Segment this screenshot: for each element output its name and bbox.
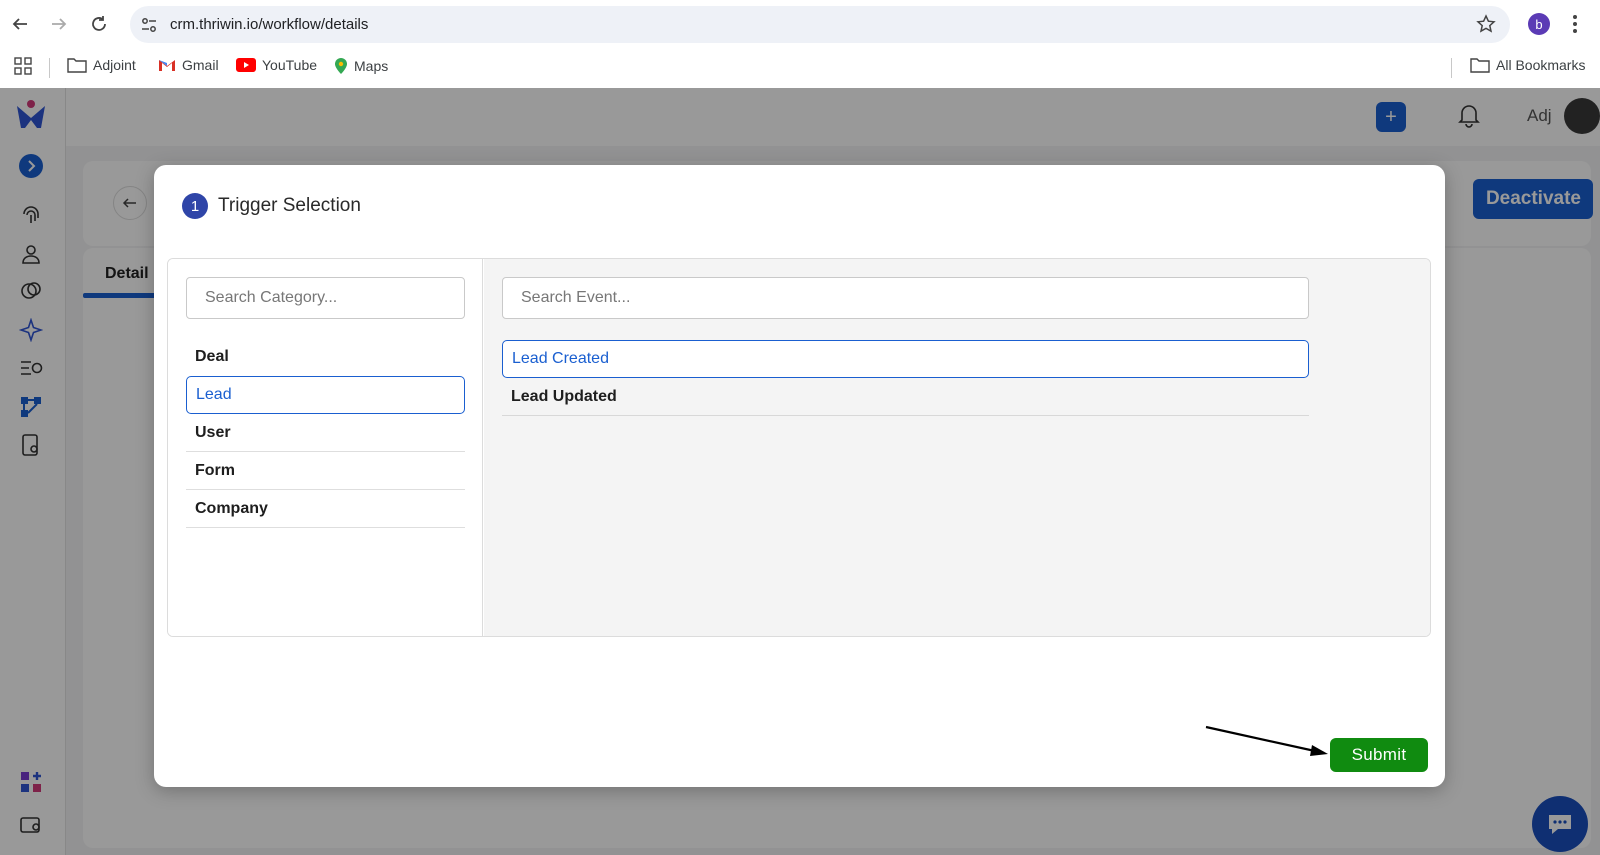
folder-icon (67, 58, 87, 73)
category-item-lead[interactable]: Lead (186, 376, 465, 414)
bookmark-divider (49, 58, 50, 78)
url-text: crm.thriwin.io/workflow/details (170, 16, 369, 33)
event-item-lead-created[interactable]: Lead Created (502, 340, 1309, 378)
maps-pin-icon (335, 58, 347, 74)
trigger-panel: Deal Lead User Form Company Lead Created… (167, 258, 1431, 637)
modal-title: Trigger Selection (218, 195, 361, 216)
site-info-icon[interactable] (140, 16, 158, 39)
trigger-selection-modal: 1 Trigger Selection Deal Lead User Form … (154, 165, 1445, 787)
all-bookmarks[interactable]: All Bookmarks (1470, 57, 1585, 73)
bookmark-youtube[interactable]: YouTube (236, 57, 317, 73)
bookmark-adjoint[interactable]: Adjoint (67, 57, 136, 73)
browser-toolbar: crm.thriwin.io/workflow/details b (0, 0, 1600, 48)
youtube-icon (236, 58, 256, 72)
event-column: Lead Created Lead Updated (484, 259, 1430, 636)
forward-arrow-icon[interactable] (47, 12, 71, 36)
category-item-company[interactable]: Company (186, 490, 465, 528)
event-item-lead-updated[interactable]: Lead Updated (502, 378, 1309, 416)
category-column: Deal Lead User Form Company (168, 259, 483, 636)
all-bookmarks-label: All Bookmarks (1496, 57, 1586, 73)
folder-icon (1470, 58, 1490, 73)
gmail-icon (159, 60, 175, 71)
browser-menu-icon[interactable] (1572, 14, 1578, 39)
bookmark-label: YouTube (262, 57, 318, 73)
bookmark-label: Gmail (182, 57, 219, 73)
category-item-deal[interactable]: Deal (186, 338, 465, 376)
back-arrow-icon[interactable] (8, 12, 32, 36)
bookmark-label: Adjoint (93, 57, 136, 73)
bookmarks-bar: Adjoint Gmail YouTube Maps All Bookmarks (0, 48, 1600, 88)
category-item-form[interactable]: Form (186, 452, 465, 490)
submit-button[interactable]: Submit (1330, 738, 1428, 772)
reload-icon[interactable] (87, 12, 111, 36)
apps-grid-icon[interactable] (14, 57, 32, 75)
step-number-badge: 1 (182, 193, 208, 219)
bookmark-maps[interactable]: Maps (334, 57, 388, 75)
browser-profile-avatar[interactable]: b (1528, 13, 1550, 35)
bookmark-star-icon[interactable] (1476, 14, 1496, 39)
category-item-user[interactable]: User (186, 414, 465, 452)
bookmark-divider (1451, 58, 1452, 78)
bookmark-label: Maps (354, 58, 389, 74)
annotation-arrow (1205, 725, 1328, 756)
address-bar[interactable]: crm.thriwin.io/workflow/details (130, 6, 1510, 43)
event-search-input[interactable] (502, 277, 1309, 319)
bookmark-gmail[interactable]: Gmail (158, 57, 219, 73)
category-search-input[interactable] (186, 277, 465, 319)
